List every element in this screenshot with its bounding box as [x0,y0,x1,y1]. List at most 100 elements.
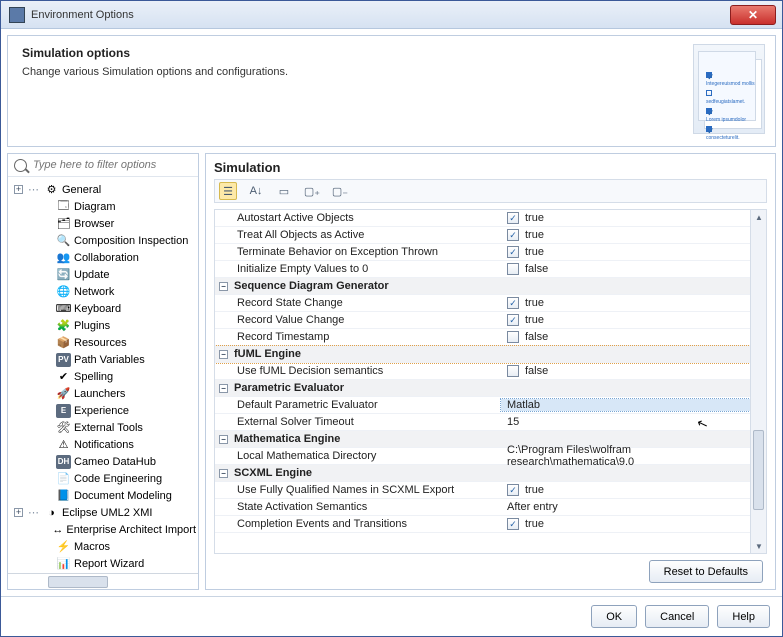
property-value[interactable]: false [501,263,750,275]
checkbox[interactable] [507,331,519,343]
checkbox[interactable] [507,229,519,241]
ok-button[interactable]: OK [591,605,637,628]
row-local-mathematica-directory[interactable]: Local Mathematica DirectoryC:\Program Fi… [215,448,750,465]
row-use-fuml-decision-semantics[interactable]: Use fUML Decision semanticsfalse [215,363,750,380]
checkbox[interactable] [507,297,519,309]
tree-item-experience[interactable]: EExperience [10,402,196,419]
tree-item-report-wizard[interactable]: 📊Report Wizard [10,555,196,572]
tree-item-keyboard[interactable]: ⌨Keyboard [10,300,196,317]
row-record-value-change[interactable]: Record Value Changetrue [215,312,750,329]
grid-toolbar: ☰ A↓ ▭ ▢₊ ▢₋ [214,179,767,203]
categorized-view-button[interactable]: ☰ [219,182,237,200]
group-expander-icon[interactable]: − [219,384,228,393]
property-value[interactable]: true [501,246,750,258]
tree-item-network[interactable]: 🌐Network [10,283,196,300]
checkbox[interactable] [507,314,519,326]
row-treat-all-objects-as-active[interactable]: Treat All Objects as Activetrue [215,227,750,244]
property-value[interactable]: true [501,484,750,496]
close-button[interactable]: ✕ [730,5,776,25]
alphabetical-sort-button[interactable]: A↓ [247,182,265,200]
group-expander-icon[interactable]: − [219,435,228,444]
group-expander-icon[interactable]: − [219,350,228,359]
scroll-up-icon[interactable]: ▲ [751,210,767,224]
property-value[interactable]: true [501,518,750,530]
header-illustration: Integereuismod mollis sedfeugiatslamet. … [693,44,765,134]
property-value[interactable]: Matlab [501,399,750,411]
panel-title: Simulation [206,154,775,179]
tree-item-enterprise-architect-import[interactable]: ↔Enterprise Architect Import [10,521,196,538]
row-initialize-empty-values-to-0[interactable]: Initialize Empty Values to 0false [215,261,750,278]
filter-input[interactable] [31,158,192,172]
property-value[interactable]: true [501,297,750,309]
checkbox[interactable] [507,263,519,275]
row-terminate-behavior-on-exception-thrown[interactable]: Terminate Behavior on Exception Throwntr… [215,244,750,261]
property-grid-body[interactable]: Autostart Active ObjectstrueTreat All Ob… [215,210,750,553]
row-use-fully-qualified-names-in-scxml-export[interactable]: Use Fully Qualified Names in SCXML Expor… [215,482,750,499]
row-external-solver-timeout[interactable]: External Solver Timeout15 [215,414,750,431]
expand-button[interactable]: ▢₊ [303,182,321,200]
tree-item-resources[interactable]: 📦Resources [10,334,196,351]
property-value[interactable]: C:\Program Files\wolfram research\mathem… [501,444,750,468]
property-value[interactable]: true [501,212,750,224]
tree-item-path-variables[interactable]: PVPath Variables [10,351,196,368]
collapse-button[interactable]: ▢₋ [331,182,349,200]
tree-item-external-tools[interactable]: 🛠External Tools [10,419,196,436]
app-icon [9,7,25,23]
row-autostart-active-objects[interactable]: Autostart Active Objectstrue [215,210,750,227]
tree-item-notifications[interactable]: ⚠Notifications [10,436,196,453]
checkbox[interactable] [507,484,519,496]
checkbox[interactable] [507,246,519,258]
group-fuml-engine[interactable]: −fUML Engine [215,346,750,363]
tree-item-document-modeling[interactable]: 📘Document Modeling [10,487,196,504]
tree-item-plugins[interactable]: 🧩Plugins [10,317,196,334]
value-text: true [525,212,544,224]
tree-item-eclipse-uml2-xmi[interactable]: +⋯◑Eclipse UML2 XMI [10,504,196,521]
property-value[interactable]: true [501,229,750,241]
row-state-activation-semantics[interactable]: State Activation SemanticsAfter entry [215,499,750,516]
collapse-all-button[interactable]: ▭ [275,182,293,200]
expander-icon[interactable]: + [14,508,23,517]
reset-to-defaults-button[interactable]: Reset to Defaults [649,560,763,583]
group-parametric-evaluator[interactable]: −Parametric Evaluator [215,380,750,397]
property-value[interactable]: 15 [501,416,750,428]
checkbox[interactable] [507,365,519,377]
titlebar[interactable]: Environment Options ✕ [1,1,782,29]
tree-item-general[interactable]: +⋯⚙General [10,181,196,198]
grid-scrollbar-vertical[interactable]: ▲ ▼ [750,210,766,553]
tree-item-diagram[interactable]: 🗔Diagram [10,198,196,215]
scroll-down-icon[interactable]: ▼ [751,539,767,553]
tree-item-cameo-datahub[interactable]: DHCameo DataHub [10,453,196,470]
property-name: Record Value Change [215,314,501,326]
tree-item-update[interactable]: 🔄Update [10,266,196,283]
tree-item-code-engineering[interactable]: 📄Code Engineering [10,470,196,487]
property-name: Completion Events and Transitions [215,518,501,530]
property-value[interactable]: false [501,331,750,343]
tree-item-collaboration[interactable]: 👥Collaboration [10,249,196,266]
expander-icon[interactable]: + [14,185,23,194]
row-completion-events-and-transitions[interactable]: Completion Events and Transitionstrue [215,516,750,533]
scrollbar-thumb[interactable] [48,576,108,588]
group-expander-icon[interactable]: − [219,469,228,478]
checkbox[interactable] [507,212,519,224]
group-sequence-diagram-generator[interactable]: −Sequence Diagram Generator [215,278,750,295]
group-expander-icon[interactable]: − [219,282,228,291]
tree-item-spelling[interactable]: ✔Spelling [10,368,196,385]
tree-item-launchers[interactable]: 🚀Launchers [10,385,196,402]
property-value[interactable]: After entry [501,501,750,513]
cancel-button[interactable]: Cancel [645,605,709,628]
row-record-state-change[interactable]: Record State Changetrue [215,295,750,312]
scrollbar-thumb[interactable] [753,430,764,510]
tree-item-composition-inspection[interactable]: 🔍Composition Inspection [10,232,196,249]
checkbox[interactable] [507,518,519,530]
tree-item-browser[interactable]: 🗂Browser [10,215,196,232]
tree-scrollbar-horizontal[interactable] [8,573,198,589]
row-record-timestamp[interactable]: Record Timestampfalse [215,329,750,346]
tree-item-label: Enterprise Architect Import [66,524,196,536]
tree-item-label: Diagram [74,201,116,213]
property-value[interactable]: true [501,314,750,326]
tree-item-macros[interactable]: ⚡Macros [10,538,196,555]
help-button[interactable]: Help [717,605,770,628]
property-value[interactable]: false [501,365,750,377]
options-tree[interactable]: +⋯⚙General🗔Diagram🗂Browser🔍Composition I… [8,177,198,573]
row-default-parametric-evaluator[interactable]: Default Parametric EvaluatorMatlab [215,397,750,414]
